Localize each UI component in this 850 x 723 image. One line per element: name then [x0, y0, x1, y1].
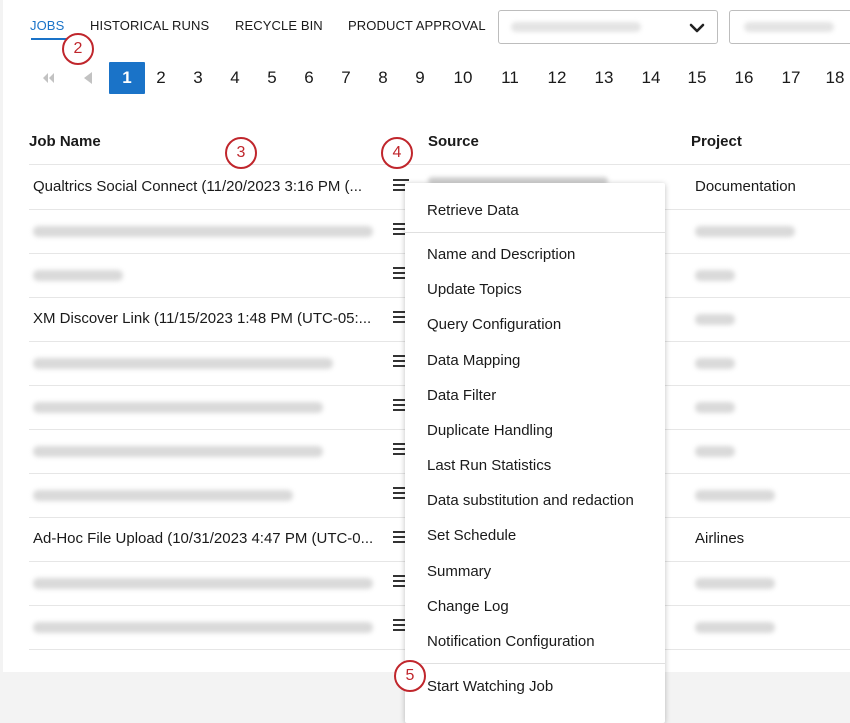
callout-badge-3: 3	[225, 137, 257, 169]
menu-query-configuration[interactable]: Query Configuration	[427, 316, 561, 333]
menu-retrieve-data[interactable]: Retrieve Data	[427, 202, 519, 219]
page-9[interactable]: 9	[403, 62, 437, 94]
page-13[interactable]: 13	[587, 62, 621, 94]
menu-data-mapping[interactable]: Data Mapping	[427, 352, 520, 369]
redacted-project	[695, 358, 735, 369]
redacted-project	[695, 226, 795, 237]
menu-data-filter[interactable]: Data Filter	[427, 387, 496, 404]
page-3[interactable]: 3	[181, 62, 215, 94]
page-17[interactable]: 17	[774, 62, 808, 94]
tab-historical-runs[interactable]: HISTORICAL RUNS	[90, 18, 209, 33]
menu-summary[interactable]: Summary	[427, 563, 491, 580]
job-name-cell[interactable]: XM Discover Link (11/15/2023 1:48 PM (UT…	[33, 310, 371, 327]
callout-badge-2: 2	[62, 33, 94, 65]
job-context-menu: Retrieve Data Name and Description Updat…	[405, 183, 665, 723]
first-page-icon[interactable]	[41, 73, 55, 83]
chevron-down-icon	[689, 23, 705, 33]
page-15[interactable]: 15	[680, 62, 714, 94]
menu-change-log[interactable]: Change Log	[427, 598, 509, 615]
redacted-job-name	[33, 402, 323, 413]
page-18[interactable]: 18	[818, 62, 850, 94]
page-12[interactable]: 12	[540, 62, 574, 94]
redacted-project	[695, 402, 735, 413]
redacted-project	[695, 446, 735, 457]
menu-divider	[405, 232, 665, 233]
redacted-job-name	[33, 226, 373, 237]
redacted-project	[695, 578, 775, 589]
active-tab-indicator	[31, 38, 67, 40]
column-header-project[interactable]: Project	[691, 133, 742, 150]
tab-product-approval[interactable]: PRODUCT APPROVAL	[348, 18, 486, 33]
page-16[interactable]: 16	[727, 62, 761, 94]
menu-data-substitution-redaction[interactable]: Data substitution and redaction	[427, 492, 634, 509]
redacted-job-name	[33, 358, 333, 369]
redacted-project	[695, 270, 735, 281]
tab-recycle-bin[interactable]: RECYCLE BIN	[235, 18, 323, 33]
job-name-cell[interactable]: Ad-Hoc File Upload (10/31/2023 4:47 PM (…	[33, 530, 373, 547]
menu-last-run-statistics[interactable]: Last Run Statistics	[427, 457, 551, 474]
page-5[interactable]: 5	[255, 62, 289, 94]
redacted-job-name	[33, 622, 373, 633]
menu-duplicate-handling[interactable]: Duplicate Handling	[427, 422, 553, 439]
project-dropdown[interactable]	[729, 10, 850, 44]
dropdown-value-redacted	[744, 22, 834, 32]
previous-page-icon[interactable]	[83, 72, 93, 84]
redacted-job-name	[33, 490, 293, 501]
page-10[interactable]: 10	[446, 62, 480, 94]
menu-notification-configuration[interactable]: Notification Configuration	[427, 633, 595, 650]
page-2[interactable]: 2	[144, 62, 178, 94]
filter-dropdown[interactable]	[498, 10, 718, 44]
menu-set-schedule[interactable]: Set Schedule	[427, 527, 516, 544]
column-header-job-name[interactable]: Job Name	[29, 133, 101, 150]
menu-divider	[405, 663, 665, 664]
column-header-source[interactable]: Source	[428, 133, 479, 150]
project-cell: Documentation	[695, 178, 796, 195]
job-name-cell[interactable]: Qualtrics Social Connect (11/20/2023 3:1…	[33, 178, 362, 195]
menu-update-topics[interactable]: Update Topics	[427, 281, 522, 298]
page-14[interactable]: 14	[634, 62, 668, 94]
redacted-job-name	[33, 270, 123, 281]
page-11[interactable]: 11	[493, 62, 527, 94]
redacted-job-name	[33, 578, 373, 589]
page-7[interactable]: 7	[329, 62, 363, 94]
callout-badge-4: 4	[381, 137, 413, 169]
redacted-project	[695, 490, 775, 501]
page-1[interactable]: 1	[109, 62, 145, 94]
page-6[interactable]: 6	[292, 62, 326, 94]
redacted-project	[695, 622, 775, 633]
tab-jobs[interactable]: JOBS	[30, 18, 64, 33]
page-4[interactable]: 4	[218, 62, 252, 94]
menu-name-and-description[interactable]: Name and Description	[427, 246, 575, 263]
callout-badge-5: 5	[394, 660, 426, 692]
redacted-job-name	[33, 446, 323, 457]
dropdown-value-redacted	[511, 22, 641, 32]
menu-start-watching-job[interactable]: Start Watching Job	[427, 678, 553, 695]
project-cell: Airlines	[695, 530, 745, 547]
redacted-project	[695, 314, 735, 325]
page-8[interactable]: 8	[366, 62, 400, 94]
